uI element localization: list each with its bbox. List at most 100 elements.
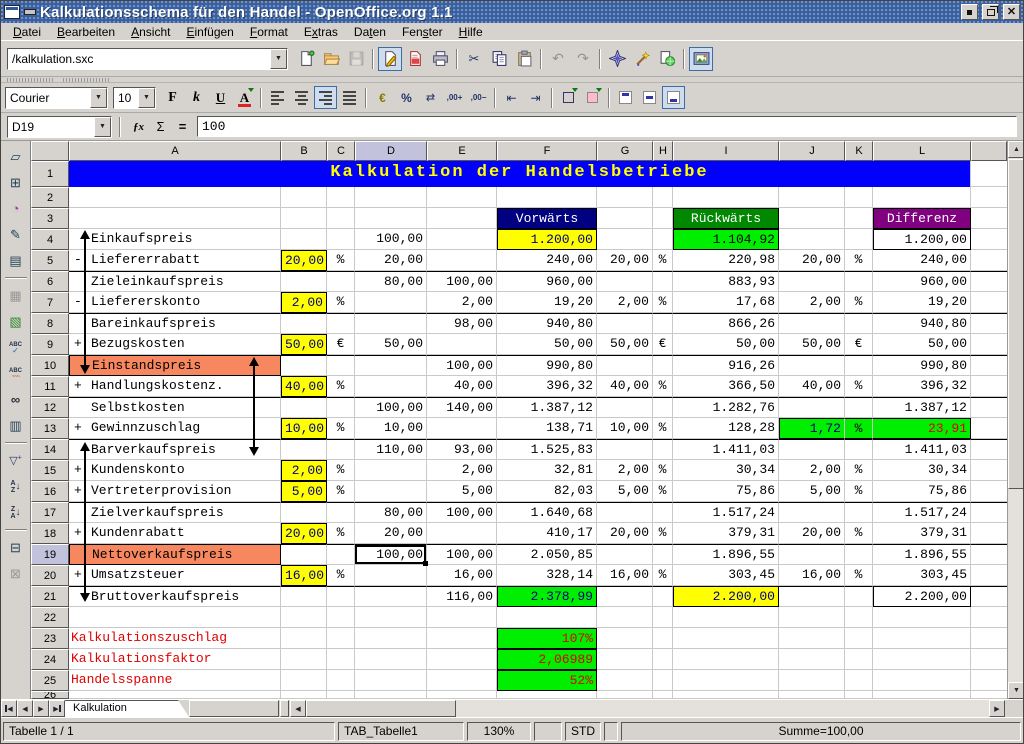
cell-F15[interactable]: 32,81: [497, 460, 597, 481]
cell-G8[interactable]: [597, 313, 653, 334]
font-size-dropdown-button[interactable]: ▼: [138, 88, 155, 108]
row-header-8[interactable]: 8: [31, 313, 69, 334]
cell-F23[interactable]: 107%: [497, 628, 597, 649]
cell-E17[interactable]: 100,00: [427, 502, 497, 523]
cell-D15[interactable]: [355, 460, 427, 481]
column-header-L[interactable]: L: [873, 141, 971, 161]
cell-B19[interactable]: [281, 544, 327, 565]
cell-H6[interactable]: [653, 271, 673, 292]
cell-C2[interactable]: [327, 187, 355, 208]
row-header-2[interactable]: 2: [31, 187, 69, 208]
column-header-C[interactable]: C: [327, 141, 355, 161]
cell-C11[interactable]: %: [327, 376, 355, 397]
cell-K16[interactable]: %: [845, 481, 873, 502]
align-justify-button[interactable]: [338, 86, 361, 109]
cell-K15[interactable]: %: [845, 460, 873, 481]
cell-E7[interactable]: 2,00: [427, 292, 497, 313]
find-replace-button[interactable]: ∞: [3, 387, 28, 412]
cell-J4[interactable]: [779, 229, 845, 250]
cell-E5[interactable]: [427, 250, 497, 271]
cell-K18[interactable]: %: [845, 523, 873, 544]
autospellcheck-button[interactable]: ABC~~~: [3, 361, 28, 386]
cell-B13[interactable]: 10,00: [281, 418, 327, 439]
cell-E14[interactable]: 93,00: [427, 439, 497, 460]
toolbar-handle[interactable]: [63, 78, 109, 82]
sort-ascending-button[interactable]: AZ↓: [3, 474, 28, 499]
cell-G13[interactable]: 10,00: [597, 418, 653, 439]
column-header-A[interactable]: A: [69, 141, 281, 161]
cell-H18[interactable]: %: [653, 523, 673, 544]
stylist-button[interactable]: [630, 47, 654, 71]
minimize-button[interactable]: [961, 4, 978, 20]
row-header-4[interactable]: 4: [31, 229, 69, 250]
cell-C19[interactable]: [327, 544, 355, 565]
sum-button[interactable]: Σ: [150, 116, 171, 137]
cell-I25[interactable]: [673, 670, 779, 691]
background-color-button[interactable]: [581, 86, 604, 109]
select-all-corner[interactable]: [31, 141, 69, 161]
cell-B17[interactable]: [281, 502, 327, 523]
row-header-9[interactable]: 9: [31, 334, 69, 355]
cell-F17[interactable]: 1.640,68: [497, 502, 597, 523]
cell-I10[interactable]: 916,26: [673, 355, 779, 376]
insert-object-button[interactable]: ▱: [3, 144, 28, 169]
cell-B8[interactable]: [281, 313, 327, 334]
cell-L17[interactable]: 1.517,24: [873, 502, 971, 523]
cell-D2[interactable]: [355, 187, 427, 208]
cell-L24[interactable]: [873, 649, 971, 670]
cell-K10[interactable]: [845, 355, 873, 376]
cell-L4[interactable]: 1.200,00: [873, 229, 971, 250]
cell-G24[interactable]: [597, 649, 653, 670]
cell-F9[interactable]: 50,00: [497, 334, 597, 355]
cell-I15[interactable]: 30,34: [673, 460, 779, 481]
cell-C20[interactable]: %: [327, 565, 355, 586]
cell-G22[interactable]: [597, 607, 653, 628]
cell-E2[interactable]: [427, 187, 497, 208]
cell-D20[interactable]: [355, 565, 427, 586]
menu-format[interactable]: Format: [242, 24, 296, 40]
cell-G14[interactable]: [597, 439, 653, 460]
cell-K24[interactable]: [845, 649, 873, 670]
cell-D3[interactable]: [355, 208, 427, 229]
cell-F8[interactable]: 940,80: [497, 313, 597, 334]
cell-G21[interactable]: [597, 586, 653, 607]
cell-I24[interactable]: [673, 649, 779, 670]
cell-H12[interactable]: [653, 397, 673, 418]
cell-J17[interactable]: [779, 502, 845, 523]
cell-C4[interactable]: [327, 229, 355, 250]
function-wizard-button[interactable]: ƒx: [128, 116, 149, 137]
window-pin-icon[interactable]: [24, 9, 36, 15]
cell-I22[interactable]: [673, 607, 779, 628]
cell-K9[interactable]: €: [845, 334, 873, 355]
cell-I6[interactable]: 883,93: [673, 271, 779, 292]
cell-D9[interactable]: 50,00: [355, 334, 427, 355]
cell-C14[interactable]: [327, 439, 355, 460]
cell-E10[interactable]: 100,00: [427, 355, 497, 376]
cell-H16[interactable]: %: [653, 481, 673, 502]
cell-H11[interactable]: %: [653, 376, 673, 397]
row-header-5[interactable]: 5: [31, 250, 69, 271]
percent-format-button[interactable]: %: [395, 86, 418, 109]
cell-I2[interactable]: [673, 187, 779, 208]
cell-L2[interactable]: [873, 187, 971, 208]
cell-K20[interactable]: %: [845, 565, 873, 586]
cell-K11[interactable]: %: [845, 376, 873, 397]
cell-A16[interactable]: +Vertreterprovision: [69, 481, 281, 502]
cell-A17[interactable]: Zielverka​ufspreis: [69, 502, 281, 523]
cell-F3[interactable]: Vorwärts: [497, 208, 597, 229]
cell-G23[interactable]: [597, 628, 653, 649]
cell-B20[interactable]: 16,00: [281, 565, 327, 586]
cell-L7[interactable]: 19,20: [873, 292, 971, 313]
sheet-tab-kalkulation[interactable]: Kalkulation: [65, 700, 189, 717]
cell-F19[interactable]: 2.050,85: [497, 544, 597, 565]
cell-G16[interactable]: 5,00: [597, 481, 653, 502]
cell-K8[interactable]: [845, 313, 873, 334]
cell-I5[interactable]: 220,98: [673, 250, 779, 271]
cell-E13[interactable]: [427, 418, 497, 439]
row-header-6[interactable]: 6: [31, 271, 69, 292]
cell-D19[interactable]: 100,00: [355, 544, 427, 565]
cell-K21[interactable]: [845, 586, 873, 607]
paste-button[interactable]: [512, 47, 536, 71]
row-header-22[interactable]: 22: [31, 607, 69, 628]
menu-bearbeiten[interactable]: Bearbeiten: [49, 24, 123, 40]
